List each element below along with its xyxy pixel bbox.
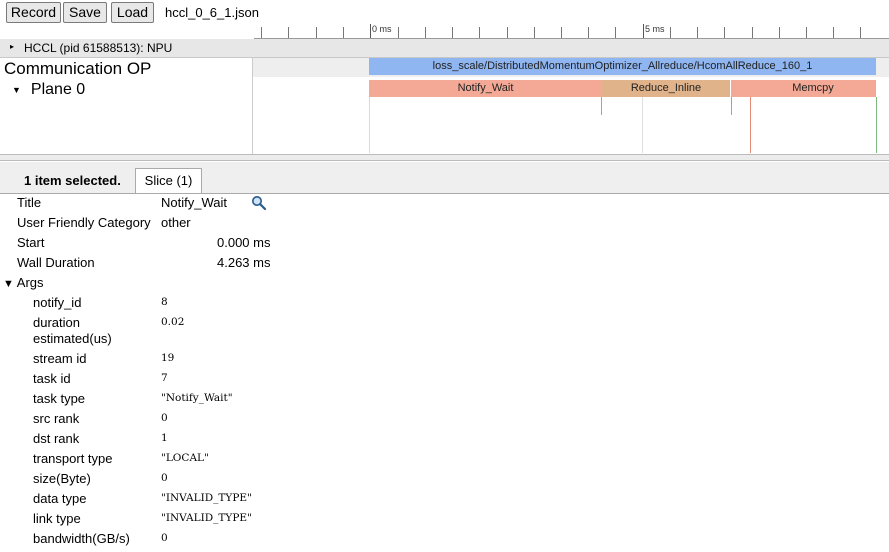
args-label: Args — [16, 275, 44, 290]
arg-key: duration estimated(us) — [33, 315, 112, 346]
arg-key: link type — [33, 511, 81, 526]
time-ruler[interactable]: 0 ms 5 ms — [254, 24, 889, 39]
slice-small[interactable] — [731, 80, 750, 97]
save-button[interactable]: Save — [63, 2, 107, 23]
arg-val: 8 — [161, 296, 168, 308]
arg-val: "LOCAL" — [161, 452, 209, 464]
arg-val: 0.02 — [161, 316, 185, 328]
arg-val: 7 — [161, 372, 168, 384]
prop-start-key: Start — [17, 235, 45, 250]
arg-key: transport type — [33, 451, 113, 466]
arg-val: 19 — [161, 352, 175, 364]
args-triangle-icon[interactable]: ▼ — [3, 278, 14, 290]
timeline-canvas[interactable]: loss_scale/DistributedMomentumOptimizer_… — [253, 58, 889, 154]
arg-key: task id — [33, 371, 71, 386]
collapse-triangle-icon[interactable]: ▼ — [12, 85, 21, 95]
arg-key: src rank — [33, 411, 80, 426]
track-labels: Communication OP ▼ Plane 0 — [0, 58, 253, 154]
filename-label: hccl_0_6_1.json — [165, 5, 259, 20]
prop-category-key: User Friendly Category — [17, 215, 151, 230]
process-header[interactable]: ▸ HCCL (pid 61588513): NPU — [0, 39, 889, 58]
ruler-label-5ms: 5 ms — [645, 24, 665, 34]
prop-duration-key: Wall Duration — [17, 255, 95, 270]
track-title: Communication OP — [4, 59, 152, 78]
plane-row[interactable]: ▼ Plane 0 — [12, 81, 85, 99]
plane-label: Plane 0 — [30, 81, 86, 98]
slice-allreduce[interactable]: loss_scale/DistributedMomentumOptimizer_… — [369, 58, 876, 75]
prop-title-val: Notify_Wait — [161, 195, 227, 210]
search-icon[interactable] — [251, 195, 267, 211]
load-button[interactable]: Load — [111, 2, 154, 23]
slice-reduce-inline[interactable]: Reduce_Inline — [602, 80, 730, 97]
arg-key: data type — [33, 491, 87, 506]
arg-val: 1 — [161, 432, 168, 444]
tab-slice[interactable]: Slice (1) — [135, 168, 202, 193]
arg-val: "Notify_Wait" — [161, 392, 233, 404]
selection-count: 1 item selected. — [24, 173, 121, 188]
arg-key: bandwidth(GB/s) — [33, 531, 130, 546]
arg-key: dst rank — [33, 431, 80, 446]
args-toggle[interactable]: ▼ Args — [3, 275, 44, 290]
prop-start-val[interactable]: 0.000 ms — [217, 235, 270, 250]
panel-resize-handle[interactable] — [0, 154, 889, 161]
arg-val: 0 — [161, 532, 168, 544]
record-button[interactable]: Record — [6, 2, 61, 23]
expand-triangle-icon[interactable]: ▸ — [10, 42, 14, 51]
arg-key: stream id — [33, 351, 87, 366]
toolbar: Record Save Load hccl_0_6_1.json — [0, 0, 889, 26]
prop-category-val: other — [161, 215, 191, 230]
arg-key: notify_id — [33, 295, 82, 310]
arg-key: task type — [33, 391, 86, 406]
process-title: HCCL (pid 61588513): NPU — [24, 41, 173, 55]
slice-notify-wait[interactable]: Notify_Wait — [369, 80, 602, 97]
ruler-label-0ms: 0 ms — [372, 24, 392, 34]
arg-val: "INVALID_TYPE" — [161, 492, 252, 504]
arg-val: "INVALID_TYPE" — [161, 512, 252, 524]
arg-key: size(Byte) — [33, 471, 91, 486]
details-tabbar: 1 item selected. Slice (1) — [0, 162, 889, 194]
slice-memcpy[interactable]: Memcpy — [750, 80, 876, 97]
track-area: Communication OP ▼ Plane 0 loss_scale/Dis… — [0, 58, 889, 154]
arg-val: 0 — [161, 472, 168, 484]
prop-title-key: Title — [17, 195, 42, 210]
prop-duration-val: 4.263 ms — [217, 255, 271, 270]
arg-val: 0 — [161, 412, 168, 424]
